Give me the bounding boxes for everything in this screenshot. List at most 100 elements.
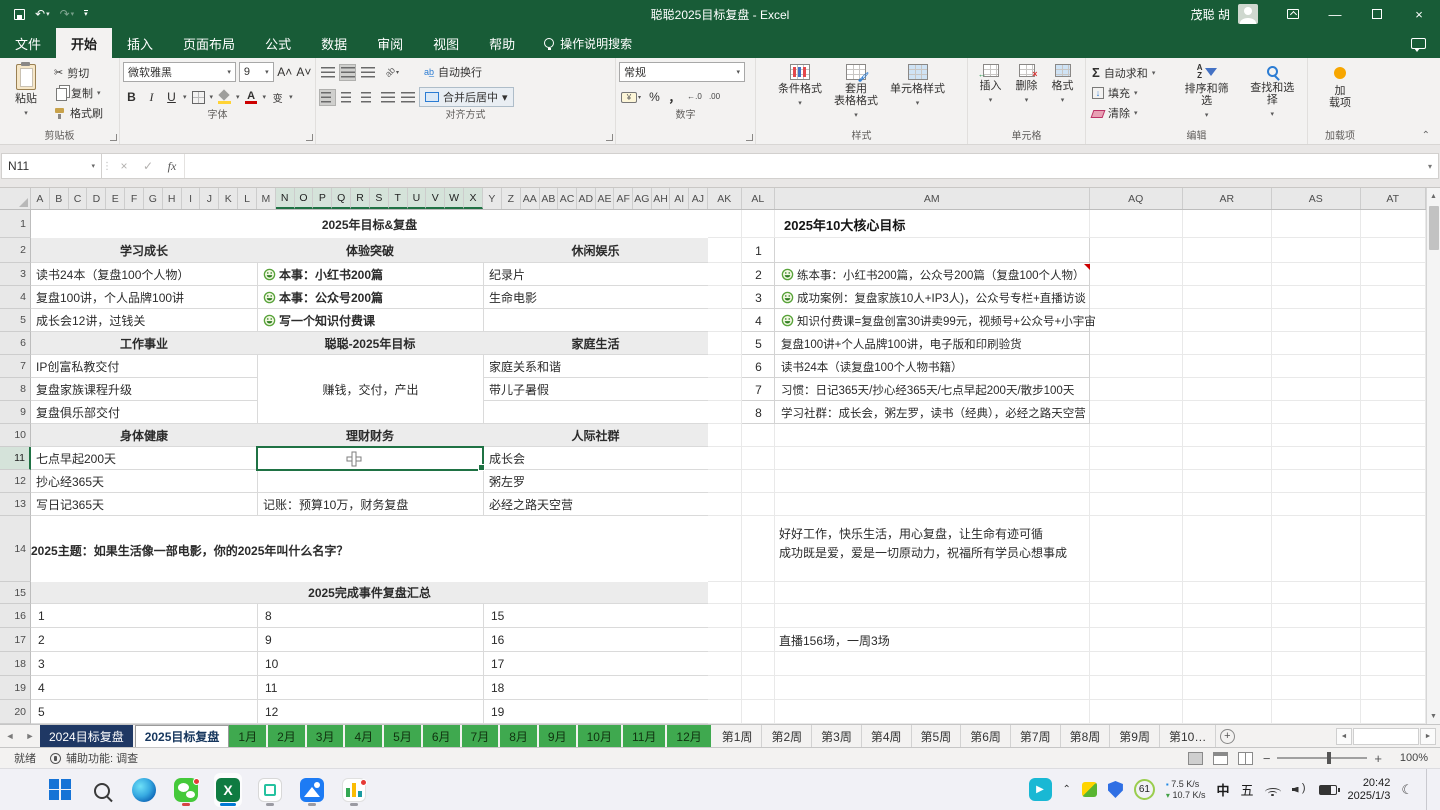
cell-r12c3[interactable]: 粥左罗 bbox=[483, 470, 708, 493]
grid-cell[interactable] bbox=[742, 210, 775, 238]
cell-r13c1[interactable]: 写日记365天 bbox=[31, 493, 257, 516]
grid-cell[interactable] bbox=[708, 493, 742, 516]
row-header-20[interactable]: 20 bbox=[0, 700, 31, 724]
core-goals-title[interactable]: 2025年10大核心目标 bbox=[775, 210, 1090, 238]
menu-tab-帮助[interactable]: 帮助 bbox=[474, 28, 530, 58]
wifi-icon[interactable] bbox=[1265, 784, 1281, 796]
customize-qat-button[interactable]: ▾ bbox=[80, 8, 92, 20]
summary-header-row[interactable]: 2025完成事件复盘汇总 bbox=[31, 582, 708, 604]
ime-language-indicator[interactable]: 中 bbox=[1216, 780, 1229, 799]
column-header-AJ[interactable]: AJ bbox=[689, 188, 708, 209]
sheet-tab-4月[interactable]: 4月 bbox=[345, 725, 384, 747]
cell-r13c2[interactable]: 记账：预算10万，财务复盘 bbox=[257, 493, 483, 516]
cell-r7c2[interactable]: 赚钱，交付，产出 bbox=[257, 355, 483, 424]
cell-r11c3[interactable]: 成长会 bbox=[483, 447, 708, 470]
sheet-tab-12月[interactable]: 12月 bbox=[667, 725, 712, 747]
scroll-right-icon[interactable]: ► bbox=[1420, 728, 1436, 745]
grid-cell[interactable] bbox=[708, 447, 742, 470]
scroll-left-icon[interactable]: ◄ bbox=[1336, 728, 1352, 745]
grid-cell[interactable] bbox=[1361, 676, 1426, 700]
sheet-tab-1月[interactable]: 1月 bbox=[229, 725, 268, 747]
grid-cell[interactable] bbox=[1272, 628, 1361, 652]
grid-cell[interactable] bbox=[1183, 286, 1272, 309]
column-header-J[interactable]: J bbox=[200, 188, 219, 209]
normal-view-button[interactable] bbox=[1188, 752, 1203, 765]
grid-cell[interactable] bbox=[1272, 378, 1361, 401]
zoom-percent[interactable]: 100% bbox=[1392, 752, 1428, 764]
grid-cell[interactable] bbox=[1361, 604, 1426, 628]
grid-cell[interactable] bbox=[1090, 378, 1183, 401]
column-header-AH[interactable]: AH bbox=[652, 188, 671, 209]
formula-input[interactable] bbox=[184, 154, 1422, 178]
grid-cell[interactable] bbox=[1361, 355, 1426, 378]
grid-cell[interactable] bbox=[1272, 238, 1361, 263]
comma-style-button[interactable]: ， bbox=[666, 89, 683, 106]
merge-center-button[interactable]: 合并后居中▾ bbox=[419, 87, 514, 107]
cell-r3c3[interactable]: 纪录片 bbox=[483, 263, 708, 286]
sheet-tab-5月[interactable]: 5月 bbox=[384, 725, 423, 747]
row-header-2[interactable]: 2 bbox=[0, 238, 31, 263]
dialog-launcher-icon[interactable] bbox=[606, 134, 613, 141]
summary-number-cell[interactable]: 9 bbox=[257, 628, 483, 652]
column-header-T[interactable]: T bbox=[389, 188, 408, 209]
grid-cell[interactable] bbox=[1361, 309, 1426, 332]
live-note-cell[interactable]: 直播156场，一周3场 bbox=[775, 628, 1090, 652]
snip-tool-app[interactable] bbox=[256, 773, 284, 807]
column-header-AK[interactable]: AK bbox=[708, 188, 742, 209]
grid-cell[interactable] bbox=[1183, 210, 1272, 238]
font-size-combobox[interactable]: 9▾ bbox=[239, 62, 274, 82]
clock[interactable]: 20:42 2025/1/3 bbox=[1348, 777, 1391, 803]
sheet-tab-第7周[interactable]: 第7周 bbox=[1011, 725, 1061, 747]
grid-cell[interactable] bbox=[742, 424, 775, 447]
insert-cells-button[interactable]: ← 插入▾ bbox=[974, 61, 1008, 110]
sheet-nav-next-icon[interactable]: ► bbox=[20, 725, 40, 747]
grid-cell[interactable] bbox=[1090, 582, 1183, 604]
core-goal-number-1[interactable]: 1 bbox=[742, 238, 775, 263]
tray-expand-icon[interactable]: ⌃ bbox=[1063, 784, 1071, 795]
grid-cell[interactable] bbox=[1090, 604, 1183, 628]
sheet-tab-7月[interactable]: 7月 bbox=[462, 725, 501, 747]
column-header-V[interactable]: V bbox=[426, 188, 445, 209]
taskbar-search-button[interactable] bbox=[88, 773, 116, 807]
grow-font-button[interactable]: A˄ bbox=[277, 64, 293, 81]
row-header-3[interactable]: 3 bbox=[0, 263, 31, 286]
grid-cell[interactable] bbox=[1361, 286, 1426, 309]
grid-cell[interactable] bbox=[1183, 355, 1272, 378]
align-right-button[interactable] bbox=[359, 89, 376, 106]
row-header-17[interactable]: 17 bbox=[0, 628, 31, 652]
core-goal-number-7[interactable]: 7 bbox=[742, 378, 775, 401]
grid-cell[interactable] bbox=[1272, 676, 1361, 700]
account-name[interactable]: 茂聪 胡 bbox=[1191, 6, 1230, 23]
sheet-tab-10月[interactable]: 10月 bbox=[578, 725, 623, 747]
section-header-休闲娱乐[interactable]: 休闲娱乐 bbox=[483, 238, 708, 263]
grid-cell[interactable] bbox=[1090, 309, 1183, 332]
summary-number-cell[interactable]: 10 bbox=[257, 652, 483, 676]
italic-button[interactable]: I bbox=[143, 89, 160, 106]
bold-button[interactable]: B bbox=[123, 89, 140, 106]
column-header-AF[interactable]: AF bbox=[614, 188, 633, 209]
cell-r11c1[interactable]: 七点早起200天 bbox=[31, 447, 257, 470]
column-header-AE[interactable]: AE bbox=[596, 188, 615, 209]
page-break-view-button[interactable] bbox=[1238, 752, 1253, 765]
grid-cell[interactable] bbox=[708, 332, 742, 355]
row-header-7[interactable]: 7 bbox=[0, 355, 31, 378]
grid-cell[interactable] bbox=[775, 652, 1090, 676]
summary-number-cell[interactable]: 2 bbox=[31, 628, 257, 652]
sheet-tab-11月[interactable]: 11月 bbox=[623, 725, 667, 747]
number-format-combobox[interactable]: 常规▾ bbox=[619, 62, 745, 82]
grid-cell[interactable] bbox=[1361, 470, 1426, 493]
grid-cell[interactable] bbox=[1090, 676, 1183, 700]
align-bottom-button[interactable] bbox=[359, 64, 376, 81]
grid-cell[interactable] bbox=[1361, 378, 1426, 401]
dialog-launcher-icon[interactable] bbox=[746, 134, 753, 141]
sheet-tab-第4周[interactable]: 第4周 bbox=[862, 725, 912, 747]
menu-tab-页面布局[interactable]: 页面布局 bbox=[168, 28, 250, 58]
sheet-tab-第9周[interactable]: 第9周 bbox=[1110, 725, 1160, 747]
redo-button[interactable]: ↷▾ bbox=[56, 5, 79, 23]
row-header-16[interactable]: 16 bbox=[0, 604, 31, 628]
column-header-Y[interactable]: Y bbox=[483, 188, 502, 209]
format-cells-button[interactable]: 格式▾ bbox=[1046, 61, 1080, 110]
align-left-button[interactable] bbox=[319, 89, 336, 106]
menu-tab-开始[interactable]: 开始 bbox=[56, 28, 112, 58]
increase-indent-button[interactable] bbox=[399, 89, 416, 106]
